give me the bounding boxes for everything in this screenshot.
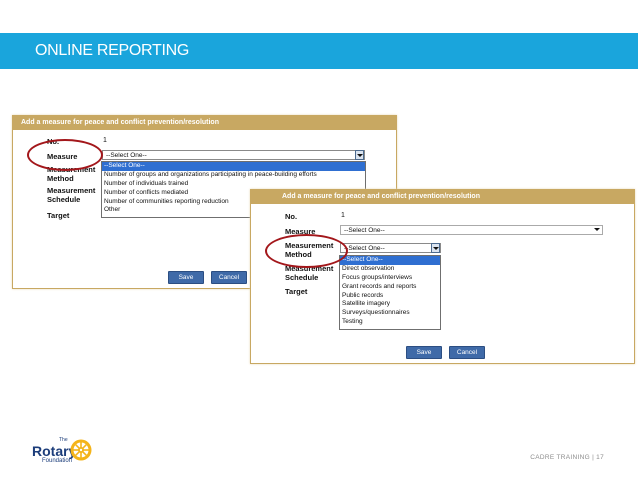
measurement-schedule-label: Measurement Schedule <box>47 186 96 204</box>
measure-select[interactable]: --Select One-- <box>102 150 365 160</box>
title-banner: ONLINE REPORTING <box>0 33 638 69</box>
save-button[interactable]: Save <box>406 346 442 359</box>
measure-select-value: --Select One-- <box>106 152 147 159</box>
form-header: Add a measure for peace and conflict pre… <box>251 190 634 204</box>
measure-select[interactable]: --Select One-- <box>340 225 603 235</box>
no-value: 1 <box>341 212 345 219</box>
dropdown-option[interactable]: --Select One-- <box>340 256 440 265</box>
dropdown-option[interactable]: --Select One-- <box>102 162 365 171</box>
slide-footer: CADRE TRAINING | 17 <box>530 454 604 461</box>
dropdown-option[interactable]: Number of groups and organizations parti… <box>102 171 365 180</box>
measurement-method-select[interactable]: --Select One-- <box>340 243 441 253</box>
target-label: Target <box>285 287 308 296</box>
dropdown-option[interactable]: Number of individuals trained <box>102 180 365 189</box>
no-label: No. <box>285 212 298 221</box>
no-value: 1 <box>103 137 107 144</box>
target-label: Target <box>47 211 70 220</box>
form-header: Add a measure for peace and conflict pre… <box>13 116 396 130</box>
highlight-ellipse-method <box>265 234 348 268</box>
measure-select-value: --Select One-- <box>344 227 385 234</box>
chevron-down-icon[interactable] <box>431 243 440 253</box>
save-button[interactable]: Save <box>168 271 204 284</box>
dropdown-option[interactable]: Grant records and reports <box>340 283 440 292</box>
highlight-ellipse-measure <box>27 139 103 171</box>
measure-form-front: Add a measure for peace and conflict pre… <box>250 189 635 364</box>
dropdown-option[interactable]: Public records <box>340 292 440 301</box>
dropdown-option[interactable]: Testing <box>340 318 440 327</box>
chevron-down-icon[interactable] <box>355 150 364 160</box>
chevron-down-icon[interactable] <box>593 225 602 235</box>
method-dropdown-list[interactable]: --Select One-- Direct observation Focus … <box>339 255 441 330</box>
dropdown-option[interactable]: Satellite imagery <box>340 300 440 309</box>
dropdown-option[interactable]: Surveys/questionnaires <box>340 309 440 318</box>
rotary-wheel-icon <box>70 439 92 461</box>
method-select-value: --Select One-- <box>344 245 385 252</box>
dropdown-option[interactable]: Direct observation <box>340 265 440 274</box>
dropdown-option[interactable]: Focus groups/interviews <box>340 274 440 283</box>
cancel-button[interactable]: Cancel <box>449 346 485 359</box>
slide-title: ONLINE REPORTING <box>35 42 190 59</box>
logo-foundation: Foundation <box>42 458 73 464</box>
cancel-button[interactable]: Cancel <box>211 271 247 284</box>
